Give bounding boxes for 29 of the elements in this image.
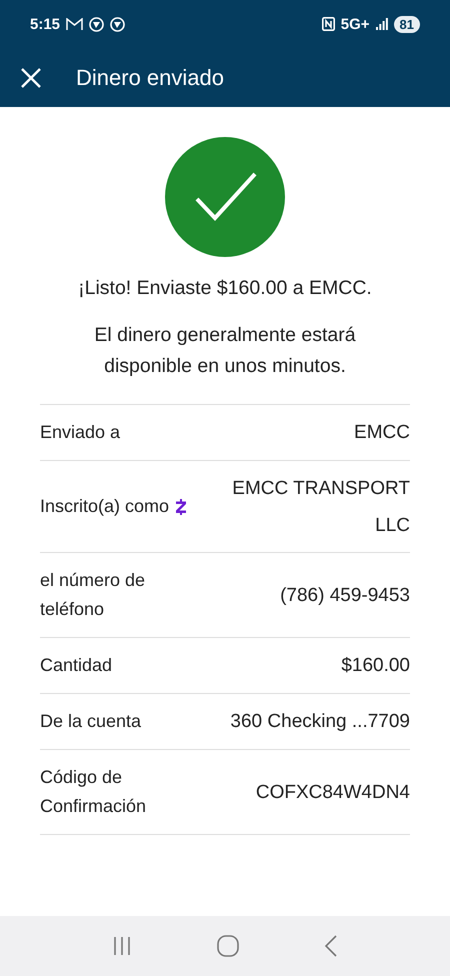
network-type: 5G+: [340, 16, 370, 32]
screen-title: Dinero enviado: [76, 64, 224, 90]
home-icon[interactable]: [216, 935, 239, 957]
notification-icon: [89, 16, 104, 32]
status-time: 5:15: [30, 16, 60, 32]
detail-value: EMCC: [354, 421, 410, 445]
detail-value: 360 Checking ...7709: [230, 710, 410, 734]
signal-icon: [376, 18, 388, 30]
nfc-icon: [322, 17, 335, 31]
battery-level: 81: [394, 16, 420, 32]
detail-value: COFXC84W4DN4: [256, 780, 410, 804]
recent-apps-icon[interactable]: [112, 936, 132, 956]
notification-icon: [110, 16, 126, 32]
detail-label: Cantidad: [40, 654, 112, 677]
close-icon[interactable]: [20, 66, 42, 88]
detail-label: Inscrito(a) como: [40, 495, 170, 518]
detail-value: EMCC TRANSPORT LLC: [231, 476, 410, 538]
detail-value: $160.00: [341, 654, 410, 678]
detail-label: Código de Confirmación: [40, 766, 148, 818]
success-check-icon: [165, 137, 285, 257]
zelle-icon: [175, 498, 188, 514]
detail-label: Enviado a: [40, 421, 120, 444]
mail-icon: [66, 18, 84, 30]
detail-value: (786) 459-9453: [280, 584, 410, 608]
detail-label: De la cuenta: [40, 710, 142, 733]
back-icon[interactable]: [324, 935, 338, 957]
success-message: ¡Listo! Enviaste $160.00 a EMCC.: [78, 277, 372, 300]
detail-label: el número de teléfono: [40, 569, 146, 621]
availability-message: El dinero generalmente estará disponible en unos minutos.: [93, 323, 357, 379]
